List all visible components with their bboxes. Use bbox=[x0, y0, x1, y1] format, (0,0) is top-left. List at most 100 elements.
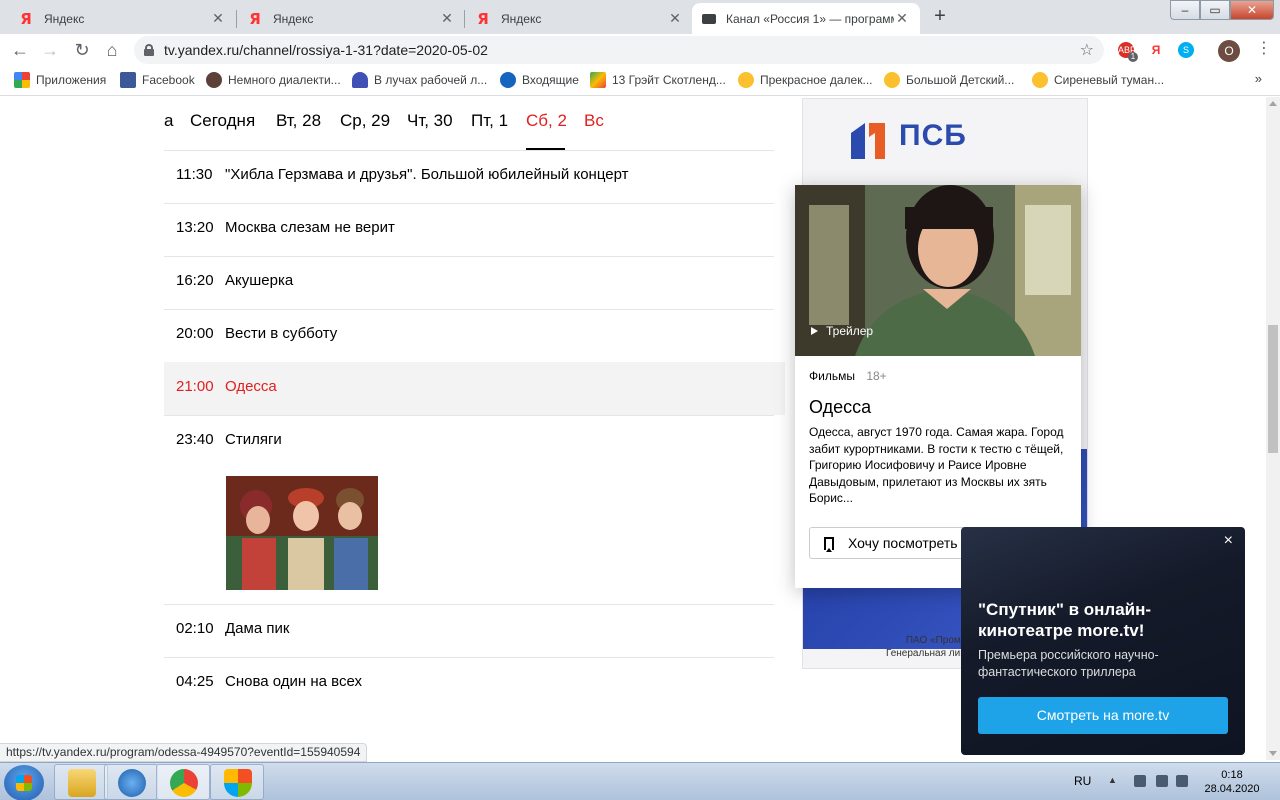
banner-subtitle: Премьера российского научно-фантастическ… bbox=[978, 648, 1159, 679]
new-tab-button[interactable]: + bbox=[928, 5, 952, 29]
psb-logo-icon bbox=[851, 123, 885, 159]
bookmark-video-2[interactable]: Большой Детский... bbox=[884, 72, 1014, 88]
window-close-button[interactable]: ✕ bbox=[1230, 0, 1274, 20]
bookmark-apps[interactable]: Приложения bbox=[14, 72, 106, 88]
day-tab-fri[interactable]: Пт, 1 bbox=[471, 111, 508, 131]
close-icon[interactable]: ✕ bbox=[894, 10, 910, 27]
close-icon[interactable]: × bbox=[1224, 532, 1233, 550]
scrollbar-thumb[interactable] bbox=[1268, 325, 1278, 453]
trailer-preview[interactable]: Трейлер bbox=[795, 185, 1081, 356]
maps-icon bbox=[590, 72, 606, 88]
bookmarks-overflow-button[interactable]: » bbox=[1255, 71, 1262, 86]
play-icon bbox=[1032, 72, 1048, 88]
clock[interactable]: 0:18 28.04.2020 bbox=[1202, 768, 1262, 796]
taskbar-ie[interactable] bbox=[104, 764, 158, 800]
day-tab-sat[interactable]: Сб, 2 bbox=[526, 111, 567, 131]
taskbar-chrome[interactable] bbox=[156, 764, 210, 800]
schedule-row-active[interactable]: 21:00 Одесса bbox=[164, 362, 785, 415]
yandex-icon: Я bbox=[249, 9, 261, 28]
want-to-watch-button[interactable]: Хочу посмотреть bbox=[809, 527, 978, 559]
clock-date: 28.04.2020 bbox=[1204, 783, 1260, 795]
schedule-row[interactable]: 20:00 Вести в субботу bbox=[164, 309, 774, 362]
scroll-down-arrow-icon[interactable] bbox=[1269, 751, 1277, 756]
network-icon[interactable] bbox=[1156, 775, 1168, 787]
bookmark-facebook[interactable]: Facebook bbox=[120, 72, 195, 88]
start-button[interactable] bbox=[4, 765, 44, 800]
power-icon[interactable] bbox=[1176, 775, 1188, 787]
program-title[interactable]: "Хибла Герзмава и друзья". Большой юбиле… bbox=[225, 166, 628, 183]
program-title[interactable]: Москва слезам не верит bbox=[225, 219, 395, 236]
age-rating: 18+ bbox=[866, 369, 887, 383]
home-icon[interactable]: ⌂ bbox=[100, 38, 124, 62]
tray-expand-icon[interactable]: ▲ bbox=[1108, 775, 1120, 787]
program-thumbnail[interactable] bbox=[226, 476, 378, 590]
minimize-button[interactable]: – bbox=[1170, 0, 1200, 20]
close-icon[interactable]: ✕ bbox=[439, 10, 455, 27]
reload-icon[interactable]: ↻ bbox=[70, 38, 94, 62]
program-title[interactable]: Стиляги bbox=[225, 431, 282, 448]
bookmark-video-3[interactable]: Сиреневый туман... bbox=[1032, 72, 1164, 88]
tab-yandex-1[interactable]: Я Яндекс ✕ bbox=[8, 3, 236, 34]
bookmark-maps[interactable]: 13 Грэйт Скотленд... bbox=[590, 72, 726, 88]
facebook-icon bbox=[120, 72, 136, 88]
yandex-extension-icon[interactable]: Я bbox=[1148, 42, 1164, 58]
skype-extension-icon[interactable]: S bbox=[1178, 42, 1194, 58]
shield-icon bbox=[224, 769, 252, 797]
program-title[interactable]: Одесса bbox=[225, 378, 277, 395]
schedule-row[interactable]: 23:40 Стиляги bbox=[164, 415, 774, 604]
bookmark-star-icon[interactable]: ☆ bbox=[1080, 40, 1094, 60]
moretv-banner: × "Спутник" в онлайн-кинотеатре more.tv!… bbox=[961, 527, 1245, 755]
menu-kebab-icon[interactable]: ⋮ bbox=[1256, 38, 1272, 58]
scroll-up-arrow-icon[interactable] bbox=[1269, 101, 1277, 106]
bookmark-work[interactable]: В лучах рабочей л... bbox=[352, 72, 487, 88]
bookmark-inbox[interactable]: Входящие bbox=[500, 72, 579, 88]
day-tab-wed[interactable]: Ср, 29 bbox=[340, 111, 390, 131]
bookmark-label: Facebook bbox=[142, 73, 195, 87]
schedule-row[interactable]: 13:20 Москва слезам не верит bbox=[164, 203, 774, 256]
trailer-label: Трейлер bbox=[826, 324, 874, 338]
page-scrollbar[interactable] bbox=[1266, 97, 1280, 760]
forward-arrow-icon[interactable]: → bbox=[38, 38, 62, 62]
program-meta: Фильмы 18+ bbox=[809, 369, 887, 383]
play-icon bbox=[811, 327, 818, 335]
program-title[interactable]: Акушерка bbox=[225, 272, 293, 289]
watch-on-moretv-button[interactable]: Смотреть на more.tv bbox=[978, 697, 1228, 734]
schedule-row[interactable]: 11:30 "Хибла Герзмава и друзья". Большой… bbox=[164, 150, 774, 203]
bookmark-dialectics[interactable]: Немного диалекти... bbox=[206, 72, 341, 88]
tab-yandex-3[interactable]: Я Яндекс ✕ bbox=[465, 3, 693, 34]
tab-russia1[interactable]: Канал «Россия 1» — программа ✕ bbox=[692, 3, 920, 34]
trailer-button[interactable]: Трейлер bbox=[811, 324, 873, 338]
day-tab-thu[interactable]: Чт, 30 bbox=[407, 111, 453, 131]
program-popup-title[interactable]: Одесса bbox=[809, 397, 871, 418]
tab-title: Яндекс bbox=[44, 11, 85, 26]
tab-yandex-2[interactable]: Я Яндекс ✕ bbox=[237, 3, 465, 34]
program-title[interactable]: Дама пик bbox=[225, 620, 289, 637]
taskbar-security[interactable] bbox=[210, 764, 264, 800]
maximize-button[interactable]: ▭ bbox=[1200, 0, 1230, 20]
close-icon[interactable]: ✕ bbox=[210, 10, 226, 27]
profile-avatar[interactable]: O bbox=[1218, 40, 1240, 62]
schedule-row[interactable]: 16:20 Акушерка bbox=[164, 256, 774, 309]
back-arrow-icon[interactable]: ← bbox=[8, 38, 32, 62]
play-icon bbox=[884, 72, 900, 88]
day-tab-tue[interactable]: Вт, 28 bbox=[276, 111, 321, 131]
schedule-row[interactable]: 04:25 Снова один на всех bbox=[164, 657, 774, 710]
bookmark-video-1[interactable]: Прекрасное далек... bbox=[738, 72, 872, 88]
day-tab-prev[interactable]: а bbox=[164, 111, 173, 131]
day-tab-sun[interactable]: Вс bbox=[584, 111, 604, 131]
close-icon[interactable]: ✕ bbox=[667, 10, 683, 27]
program-time: 02:10 bbox=[176, 620, 214, 637]
volume-icon[interactable] bbox=[1134, 775, 1146, 787]
bookmark-label: Приложения bbox=[36, 73, 107, 87]
program-title[interactable]: Снова один на всех bbox=[225, 673, 362, 690]
program-description: Одесса, август 1970 года. Самая жара. Го… bbox=[809, 425, 1064, 505]
program-title[interactable]: Вести в субботу bbox=[225, 325, 337, 342]
day-tab-today[interactable]: Сегодня bbox=[190, 111, 255, 131]
bookmark-label: Входящие bbox=[522, 73, 579, 87]
schedule-row[interactable]: 02:10 Дама пик bbox=[164, 604, 774, 657]
program-time: 20:00 bbox=[176, 325, 214, 342]
language-indicator[interactable]: RU bbox=[1074, 774, 1091, 788]
taskbar-explorer[interactable] bbox=[54, 764, 108, 800]
address-bar[interactable]: tv.yandex.ru/channel/rossiya-1-31?date=2… bbox=[134, 36, 1104, 64]
window-controls: – ▭ ✕ bbox=[1170, 0, 1274, 20]
